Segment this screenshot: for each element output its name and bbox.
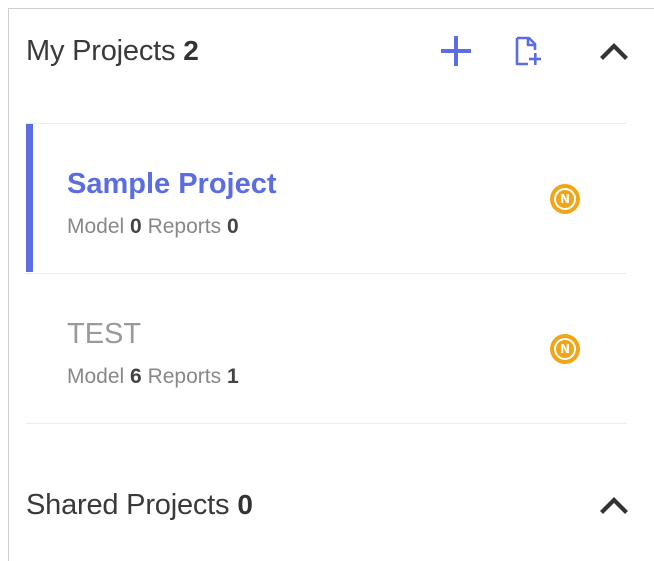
- model-label: Model: [67, 215, 125, 238]
- project-status-badge: N: [550, 334, 580, 364]
- badge-letter: N: [554, 338, 576, 360]
- badge-letter: N: [554, 188, 576, 210]
- project-stats: Model 0 Reports 0: [67, 215, 239, 239]
- project-stats: Model 6 Reports 1: [67, 365, 239, 389]
- plus-icon: [441, 36, 471, 66]
- project-name: Sample Project: [67, 168, 277, 200]
- reports-count: 0: [226, 215, 239, 238]
- shared-projects-title: Shared Projects: [26, 488, 230, 521]
- model-count: 6: [130, 365, 142, 388]
- collapse-shared-projects-button[interactable]: [594, 485, 634, 525]
- reports-label: Reports: [147, 365, 222, 388]
- reports-count: 1: [226, 365, 239, 388]
- project-item-sample-project[interactable]: Sample Project Model 0 Reports 0 N: [26, 124, 627, 272]
- project-name: TEST: [67, 318, 142, 350]
- model-count: 0: [130, 215, 142, 238]
- my-projects-title: My Projects: [26, 34, 176, 67]
- projects-panel: My Projects 2 Sample Project Model 0 Rep…: [8, 8, 654, 561]
- divider: [26, 423, 627, 424]
- reports-label: Reports: [147, 215, 222, 238]
- shared-projects-header: Shared Projects 0: [26, 485, 654, 525]
- my-projects-header: My Projects 2: [26, 31, 654, 71]
- chevron-up-icon: [600, 43, 628, 60]
- project-item-test[interactable]: TEST Model 6 Reports 1 N: [26, 274, 627, 422]
- chevron-up-icon: [600, 497, 628, 514]
- add-project-button[interactable]: [436, 31, 476, 71]
- my-projects-count: 2: [183, 35, 199, 66]
- collapse-my-projects-button[interactable]: [594, 31, 634, 71]
- model-label: Model: [67, 365, 125, 388]
- new-file-button[interactable]: [508, 31, 548, 71]
- project-status-badge: N: [550, 184, 580, 214]
- new-file-icon: [515, 36, 541, 66]
- shared-projects-count: 0: [237, 489, 253, 520]
